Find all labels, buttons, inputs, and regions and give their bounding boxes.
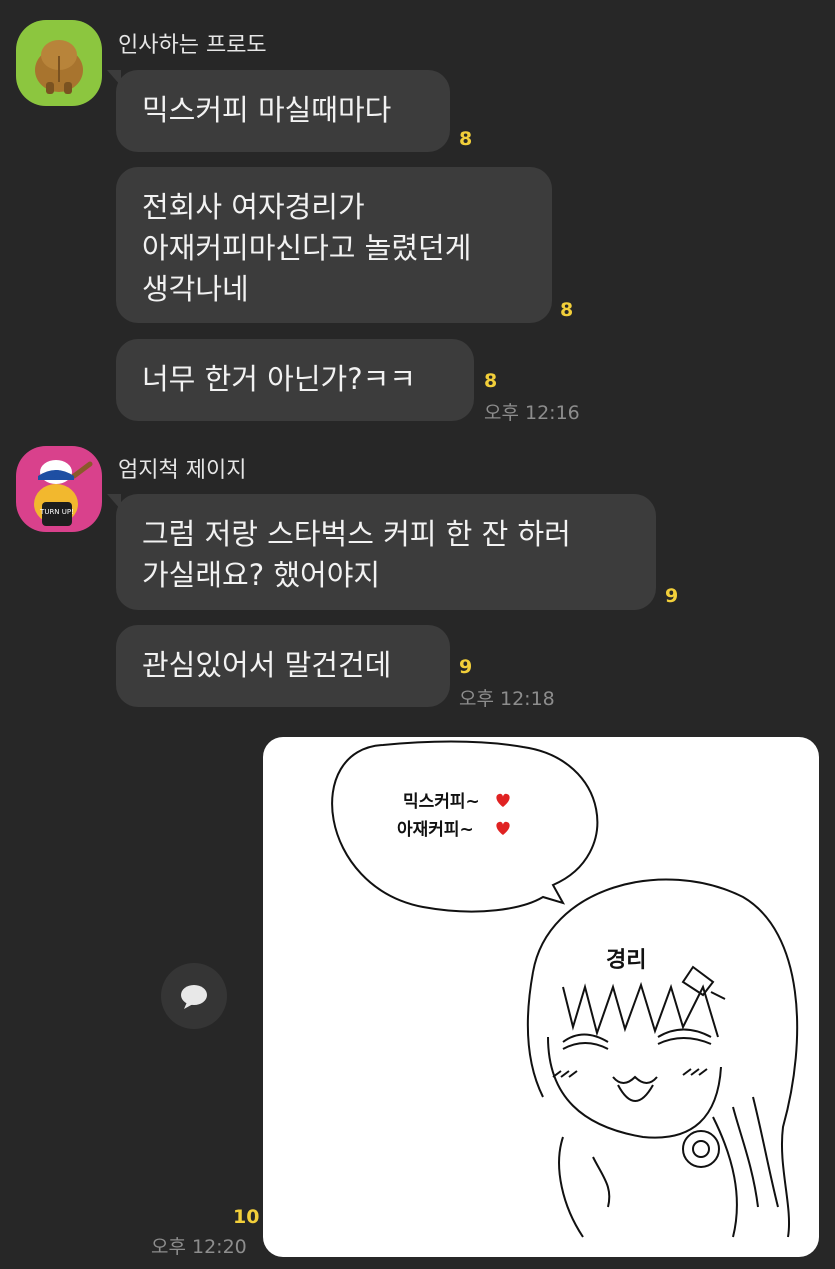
bubble-tail [107, 494, 121, 510]
unread-count: 8 [560, 299, 574, 321]
sender-name: 인사하는 프로도 [118, 33, 267, 58]
shirt-text: TURN UP! [39, 508, 74, 516]
speech-bubble-icon [181, 985, 207, 1009]
message-text: 전회사 여자경리가 [142, 190, 365, 224]
message-bubble[interactable]: 그럼 저랑 스타벅스 커피 한 잔 하러 가실래요? 했어야지 [107, 494, 656, 610]
unread-count: 10 [233, 1206, 260, 1228]
message-bubble[interactable]: 믹스커피 마실때마다 [107, 70, 450, 152]
image-message[interactable]: 믹스커피~ 아재커피~ 경리 [263, 737, 819, 1257]
message-text: 관심있어서 말건건데 [142, 648, 392, 682]
heart-icon [496, 821, 510, 835]
message-bubble[interactable]: 관심있어서 말건건데 [116, 625, 450, 707]
frodo-icon [35, 40, 83, 94]
timestamp: 오후 12:16 [484, 402, 580, 424]
message-text: 가실래요? 했어야지 [142, 558, 381, 592]
jayg-icon: G TURN UP! [34, 460, 93, 526]
cap-letter: G [51, 468, 60, 481]
heart-icon [496, 793, 510, 807]
speech-line: 믹스커피~ [403, 792, 480, 812]
timestamp: 오후 12:20 [151, 1236, 247, 1258]
message-bubble[interactable]: 너무 한거 아닌가?ㅋㅋ [116, 339, 474, 421]
message-text: 생각나네 [142, 272, 249, 306]
avatar-frodo[interactable] [16, 20, 102, 106]
message-text: 믹스커피 마실때마다 [142, 93, 392, 127]
character-label: 경리 [606, 948, 646, 973]
timestamp: 오후 12:18 [459, 688, 555, 710]
unread-count: 8 [459, 128, 473, 150]
message-bubble[interactable]: 전회사 여자경리가 아재커피마신다고 놀렸던게 생각나네 [116, 167, 552, 323]
sender-name: 엄지척 제이지 [118, 458, 247, 483]
avatar-jayg[interactable]: G TURN UP! [16, 446, 102, 532]
speech-line: 아재커피~ [397, 820, 474, 840]
bubble-tail [107, 70, 121, 86]
unread-count: 8 [484, 370, 498, 392]
message-text: 그럼 저랑 스타벅스 커피 한 잔 하러 [142, 517, 571, 551]
message-text: 아재커피마신다고 놀렸던게 [142, 231, 472, 265]
unread-count: 9 [459, 656, 473, 678]
message-text: 너무 한거 아닌가?ㅋㅋ [142, 362, 416, 396]
share-button[interactable] [161, 963, 227, 1029]
unread-count: 9 [665, 585, 679, 607]
manga-drawing: 믹스커피~ 아재커피~ 경리 [331, 740, 799, 1238]
